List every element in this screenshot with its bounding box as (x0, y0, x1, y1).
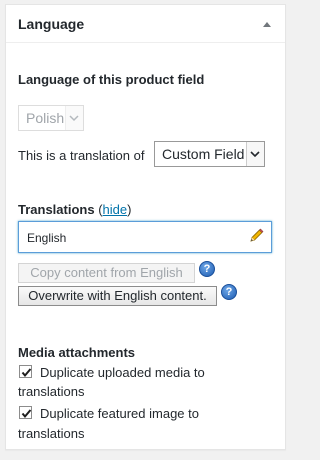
translations-heading: Translations (18, 202, 95, 217)
english-translation-field[interactable]: English (18, 221, 272, 253)
hide-link[interactable]: hide (103, 202, 128, 217)
copy-content-button[interactable]: Copy content from English (18, 263, 195, 283)
chevron-down-icon (65, 106, 83, 130)
triangle-up-icon[interactable] (262, 17, 272, 27)
duplicate-media-checkbox[interactable] (19, 365, 32, 378)
paren-close: ) (127, 202, 132, 217)
duplicate-media-label-line2: translations (18, 384, 85, 399)
english-field-label: English (27, 231, 67, 245)
duplicate-media-label-line1: Duplicate uploaded media to (40, 365, 205, 380)
pencil-icon[interactable] (248, 228, 264, 244)
panel-header[interactable]: Language (6, 5, 285, 43)
duplicate-featured-image-label-line1: Duplicate featured image to (40, 406, 199, 421)
help-icon[interactable]: ? (221, 284, 237, 300)
panel-title: Language (18, 16, 85, 32)
duplicate-featured-image-checkbox[interactable] (19, 406, 32, 419)
translation-of-label: This is a translation of (18, 148, 145, 163)
translation-of-select[interactable]: Custom Field (154, 141, 265, 167)
media-attachments-heading: Media attachments (18, 345, 136, 360)
language-heading: Language of this product field (18, 72, 205, 87)
translation-of-select-value: Custom Field (162, 146, 245, 162)
language-panel: Language Language of this product field … (5, 4, 286, 450)
language-select-value: Polish (26, 110, 65, 126)
overwrite-english-button[interactable]: Overwrite with English content. (18, 286, 217, 306)
duplicate-featured-image-label-line2: translations (18, 426, 85, 441)
chevron-down-icon (246, 142, 264, 166)
help-icon[interactable]: ? (199, 261, 215, 277)
translations-heading-row: Translations (hide) (18, 202, 131, 217)
language-select[interactable]: Polish (18, 105, 84, 131)
